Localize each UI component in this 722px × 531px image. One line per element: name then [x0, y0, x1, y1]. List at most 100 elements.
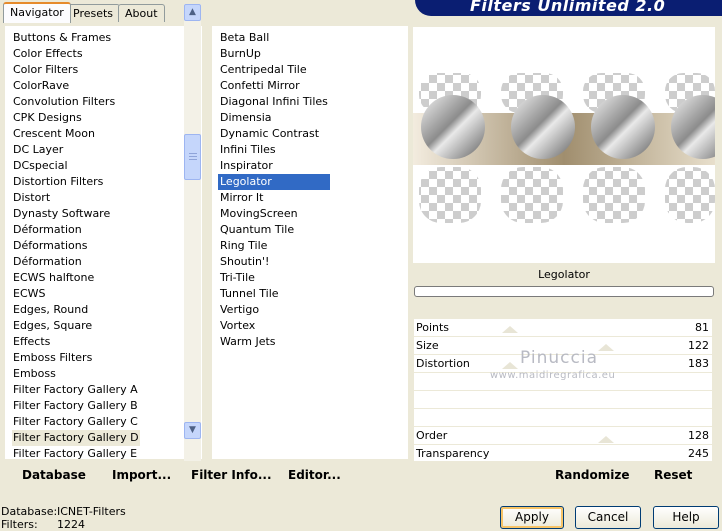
- parameter-value: 122: [688, 339, 709, 352]
- category-item[interactable]: Filter Factory Gallery D: [12, 430, 140, 446]
- filter-item[interactable]: Mirror It: [218, 190, 330, 206]
- filter-list-panel: Beta Ball BurnUp Centripedal Tile Confetti …: [212, 26, 408, 459]
- filter-item[interactable]: Dynamic Contrast: [218, 126, 330, 142]
- help-button[interactable]: Help: [653, 506, 719, 529]
- parameter-value: 81: [695, 321, 709, 334]
- slider-marker: [598, 436, 614, 443]
- filter-item[interactable]: Tunnel Tile: [218, 286, 330, 302]
- filter-item[interactable]: Shoutin'!: [218, 254, 330, 270]
- filters-info: Filters: 1224: [1, 518, 85, 531]
- filter-item[interactable]: Ring Tile: [218, 238, 330, 254]
- database-info: Database: ICNET-Filters: [1, 505, 126, 518]
- preview-filter-name: Legolator: [413, 265, 715, 284]
- filters-value: 1224: [57, 518, 85, 531]
- filter-item[interactable]: Vertigo: [218, 302, 330, 318]
- parameter-label: Points: [416, 321, 450, 334]
- tab-presets[interactable]: Presets: [66, 4, 121, 22]
- parameter-label: Transparency: [416, 447, 490, 460]
- filter-item[interactable]: Quantum Tile: [218, 222, 330, 238]
- legolator-preview-graphic: [413, 27, 715, 263]
- database-value: ICNET-Filters: [57, 505, 126, 518]
- import-button[interactable]: Import...: [112, 468, 171, 482]
- category-item[interactable]: CPK Designs: [12, 110, 140, 126]
- category-item[interactable]: Dynasty Software: [12, 206, 140, 222]
- category-list-panel: Buttons & Frames Color Effects Color Filte…: [5, 26, 202, 459]
- filter-item[interactable]: Dimensia: [218, 110, 330, 126]
- database-button[interactable]: Database: [22, 468, 86, 482]
- filter-item[interactable]: Infini Tiles: [218, 142, 330, 158]
- slider-marker: [502, 326, 518, 333]
- category-item[interactable]: Edges, Square: [12, 318, 140, 334]
- category-item[interactable]: Distort: [12, 190, 140, 206]
- category-item[interactable]: ColorRave: [12, 78, 140, 94]
- randomize-button[interactable]: Randomize: [555, 468, 629, 482]
- category-item[interactable]: Déformations: [12, 238, 140, 254]
- parameter-label: Distortion: [416, 357, 470, 370]
- category-item[interactable]: Filter Factory Gallery B: [12, 398, 140, 414]
- scroll-thumb[interactable]: [184, 134, 201, 180]
- category-item[interactable]: Filter Factory Gallery A: [12, 382, 140, 398]
- app-title: Filters Unlimited 2.0: [470, 0, 666, 15]
- chevron-up-icon: ▲: [189, 7, 196, 17]
- filter-item[interactable]: Inspirator: [218, 158, 330, 174]
- category-item[interactable]: Déformation: [12, 254, 140, 270]
- editor-button[interactable]: Editor...: [288, 468, 341, 482]
- category-item[interactable]: Filter Factory Gallery C: [12, 414, 140, 430]
- cancel-button[interactable]: Cancel: [575, 506, 641, 529]
- filter-item[interactable]: Vortex: [218, 318, 330, 334]
- filter-item[interactable]: Tri-Tile: [218, 270, 330, 286]
- parameter-row-empty: [414, 409, 712, 427]
- category-item[interactable]: ECWS: [12, 286, 140, 302]
- filter-item[interactable]: Beta Ball: [218, 30, 330, 46]
- chevron-down-icon: ▼: [189, 425, 196, 435]
- filter-item[interactable]: Centripedal Tile: [218, 62, 330, 78]
- filter-list: Beta Ball BurnUp Centripedal Tile Confetti …: [218, 30, 330, 350]
- filter-info-button[interactable]: Filter Info...: [191, 468, 272, 482]
- category-item[interactable]: Déformation: [12, 222, 140, 238]
- category-item[interactable]: Effects: [12, 334, 140, 350]
- category-item[interactable]: DC Layer: [12, 142, 140, 158]
- filter-item[interactable]: Confetti Mirror: [218, 78, 330, 94]
- category-item[interactable]: Convolution Filters: [12, 94, 140, 110]
- slider-marker: [598, 344, 614, 351]
- category-item[interactable]: Emboss Filters: [12, 350, 140, 366]
- scroll-down-button[interactable]: ▼: [184, 422, 201, 439]
- progress-bar: [414, 286, 714, 297]
- watermark-site: www.maidiregrafica.eu: [490, 370, 616, 381]
- tab-navigator[interactable]: Navigator: [3, 2, 71, 23]
- category-scrollbar[interactable]: ▲ ▼: [184, 4, 201, 461]
- category-list: Buttons & Frames Color Effects Color Filte…: [12, 30, 140, 459]
- category-item[interactable]: Buttons & Frames: [12, 30, 140, 46]
- category-item[interactable]: Filter Factory Gallery E: [12, 446, 140, 459]
- parameter-value: 128: [688, 429, 709, 442]
- parameter-label: Order: [416, 429, 448, 442]
- parameter-row[interactable]: [414, 391, 712, 409]
- category-item[interactable]: Color Effects: [12, 46, 140, 62]
- category-item[interactable]: Edges, Round: [12, 302, 140, 318]
- category-item[interactable]: Distortion Filters: [12, 174, 140, 190]
- category-item[interactable]: Color Filters: [12, 62, 140, 78]
- slider-marker: [502, 362, 518, 369]
- tab-about[interactable]: About: [118, 4, 165, 22]
- filter-item[interactable]: Diagonal Infini Tiles: [218, 94, 330, 110]
- category-item[interactable]: Crescent Moon: [12, 126, 140, 142]
- reset-button[interactable]: Reset: [654, 468, 692, 482]
- parameter-value: 245: [688, 447, 709, 460]
- parameter-row[interactable]: Points 81: [414, 319, 712, 337]
- filter-item[interactable]: MovingScreen: [218, 206, 330, 222]
- category-item[interactable]: ECWS halftone: [12, 270, 140, 286]
- watermark-name: Pinuccia: [520, 348, 598, 368]
- filter-item[interactable]: Legolator: [218, 174, 330, 190]
- filter-item[interactable]: BurnUp: [218, 46, 330, 62]
- filters-label: Filters:: [1, 518, 38, 531]
- database-label: Database:: [1, 505, 58, 518]
- filter-item[interactable]: Warm Jets: [218, 334, 330, 350]
- scroll-up-button[interactable]: ▲: [184, 4, 201, 21]
- parameter-label: Size: [416, 339, 439, 352]
- parameter-value: 183: [688, 357, 709, 370]
- category-item[interactable]: DCspecial: [12, 158, 140, 174]
- preview-image: [413, 27, 715, 263]
- category-item[interactable]: Emboss: [12, 366, 140, 382]
- apply-button[interactable]: Apply: [500, 506, 564, 529]
- parameter-row[interactable]: Order 128: [414, 427, 712, 445]
